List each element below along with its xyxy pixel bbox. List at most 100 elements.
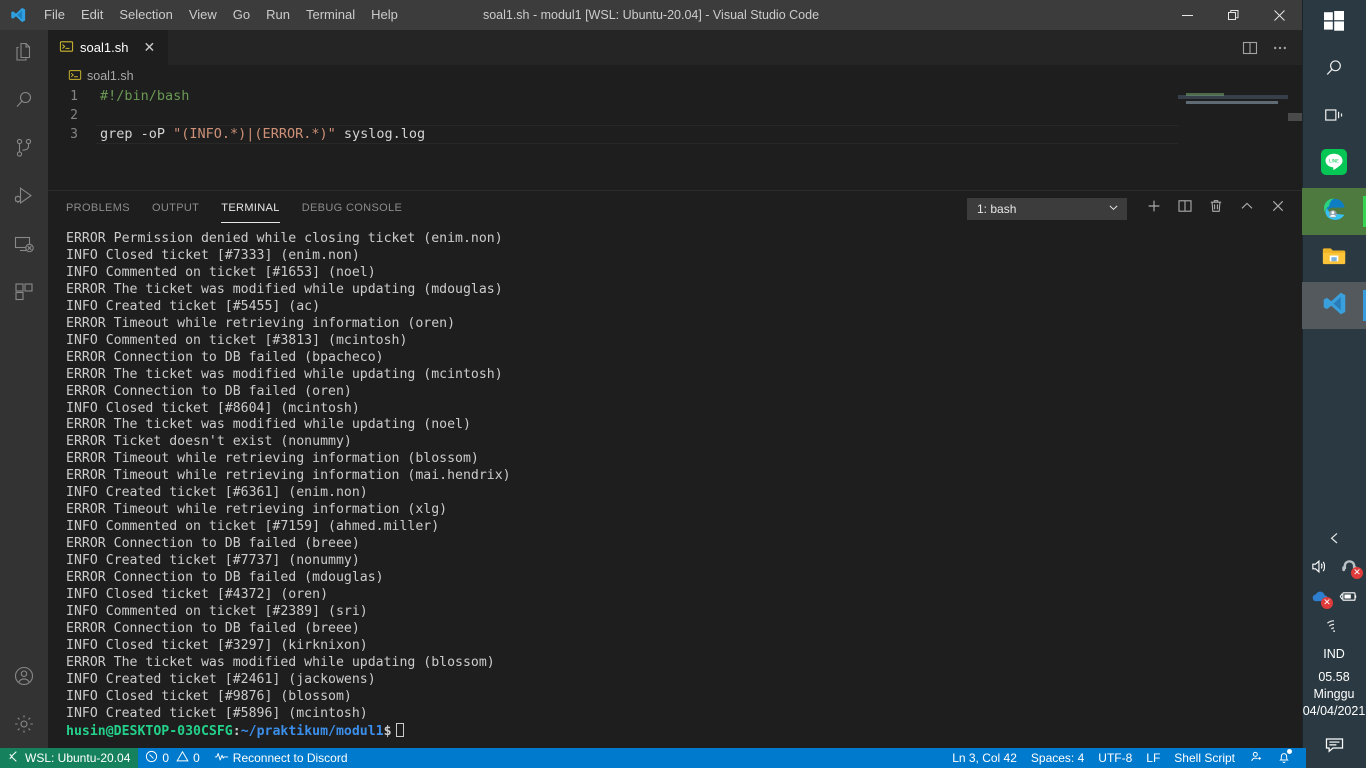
editor-scrollbar-thumb[interactable] <box>1288 113 1302 121</box>
activitybar-item-source-control[interactable] <box>0 126 48 174</box>
kill-terminal-button[interactable] <box>1202 195 1230 223</box>
menu-item-edit[interactable]: Edit <box>73 4 111 26</box>
close-icon[interactable] <box>1256 0 1302 30</box>
clock[interactable]: 05.58 Minggu 04/04/2021 <box>1302 663 1366 728</box>
taskbar-item-task-view[interactable] <box>1302 94 1366 141</box>
edge-icon <box>1321 196 1348 228</box>
shell-file-icon <box>68 68 82 85</box>
prompt-dollar: $ <box>383 723 392 739</box>
status-language-mode[interactable]: Shell Script <box>1167 748 1242 768</box>
menu-item-run[interactable]: Run <box>258 4 298 26</box>
panel-tab-terminal[interactable]: TERMINAL <box>221 191 281 226</box>
menu-item-selection[interactable]: Selection <box>111 4 180 26</box>
terminal-line: ERROR Permission denied while closing ti… <box>66 231 503 246</box>
activitybar-item-explorer[interactable] <box>0 30 48 78</box>
terminal-line: INFO Closed ticket [#4372] (oren) <box>66 587 329 603</box>
status-problems[interactable]: 0 0 <box>138 748 206 768</box>
menu-item-terminal[interactable]: Terminal <box>298 4 363 26</box>
menu-item-file[interactable]: File <box>36 4 73 26</box>
editor-tab-actions <box>1236 30 1302 65</box>
split-editor-icon[interactable] <box>1236 34 1264 62</box>
minimap-slider[interactable] <box>1178 87 1288 127</box>
shell-file-icon <box>59 39 74 57</box>
breadcrumb-item-file[interactable]: soal1.sh <box>87 69 134 83</box>
clock-date: 04/04/2021 <box>1302 704 1366 718</box>
activitybar-item-run-and-debug[interactable] <box>0 174 48 222</box>
status-bar: WSL: Ubuntu-20.04 0 0 Reconnect to Disco… <box>0 748 1302 768</box>
minimize-icon[interactable] <box>1164 0 1210 30</box>
gear-icon <box>12 712 36 741</box>
activitybar-item-remote-explorer[interactable] <box>0 222 48 270</box>
status-notifications[interactable] <box>1270 748 1298 768</box>
activitybar-item-accounts[interactable] <box>0 654 48 702</box>
new-terminal-button[interactable] <box>1140 195 1168 223</box>
terminal-line: ERROR The ticket was modified while upda… <box>66 281 503 297</box>
menu-bar: File Edit Selection View Go Run Terminal… <box>36 0 406 30</box>
language-indicator[interactable]: IND <box>1302 641 1366 663</box>
close-icon[interactable]: ✕ <box>140 39 158 57</box>
status-warning-count: 0 <box>193 751 200 765</box>
wifi-icon[interactable] <box>1323 615 1345 637</box>
show-hidden-icons-button[interactable] <box>1302 522 1366 551</box>
menu-item-go[interactable]: Go <box>225 4 258 26</box>
taskbar-item-line[interactable]: LINE <box>1302 141 1366 188</box>
panel-tab-problems[interactable]: PROBLEMS <box>66 191 130 226</box>
status-discord-label: Reconnect to Discord <box>232 751 348 765</box>
split-terminal-button[interactable] <box>1171 195 1199 223</box>
taskbar-item-start[interactable] <box>1302 0 1366 47</box>
editor-scrollbar[interactable] <box>1288 87 1302 190</box>
speaker-icon[interactable] <box>1308 555 1330 577</box>
remote-icon <box>7 750 20 766</box>
terminal-line: ERROR Connection to DB failed (breee) <box>66 620 360 636</box>
taskbar-item-file-explorer[interactable] <box>1302 235 1366 282</box>
panel-tab-output[interactable]: OUTPUT <box>152 191 199 226</box>
terminal-line: INFO Created ticket [#5455] (ac) <box>66 298 321 314</box>
status-encoding[interactable]: UTF-8 <box>1091 748 1139 768</box>
plus-icon <box>1146 198 1162 219</box>
prompt-path: ~/praktikum/modul1 <box>240 723 384 739</box>
terminal-line: INFO Closed ticket [#7333] (enim.non) <box>66 247 360 263</box>
code-token: #!/bin/bash <box>100 88 190 104</box>
restore-icon[interactable] <box>1210 0 1256 30</box>
close-panel-button[interactable] <box>1264 195 1292 223</box>
terminal-selector-value: 1: bash <box>977 201 1017 216</box>
menu-item-help[interactable]: Help <box>363 4 406 26</box>
action-center-button[interactable] <box>1302 728 1366 768</box>
status-indentation[interactable]: Spaces: 4 <box>1024 748 1091 768</box>
code-editor[interactable]: 1 #!/bin/bash 2 3 grep -oP "(INFO.*)|(ER… <box>48 87 1302 190</box>
status-remote-indicator[interactable]: WSL: Ubuntu-20.04 <box>0 748 139 768</box>
windows-start-icon <box>1324 11 1344 36</box>
menu-item-view[interactable]: View <box>181 4 225 26</box>
activitybar-item-manage[interactable] <box>0 702 48 750</box>
trash-icon <box>1208 198 1224 219</box>
terminal-selector[interactable]: 1: bash <box>967 197 1127 220</box>
status-discord[interactable]: Reconnect to Discord <box>207 748 355 768</box>
terminal-scrollbar[interactable] <box>1288 226 1302 749</box>
files-icon <box>12 40 36 69</box>
panel-header: PROBLEMS OUTPUT TERMINAL DEBUG CONSOLE 1… <box>48 191 1302 226</box>
panel-tab-debug-console[interactable]: DEBUG CONSOLE <box>302 191 403 226</box>
status-editor-position[interactable]: Ln 3, Col 42 <box>945 748 1024 768</box>
ellipsis-icon[interactable] <box>1266 34 1294 62</box>
headset-muted-icon[interactable]: ✕ <box>1338 555 1363 579</box>
maximize-panel-button[interactable] <box>1233 195 1261 223</box>
svg-text:LINE: LINE <box>1329 158 1339 164</box>
onedrive-error-icon[interactable]: ✕ <box>1308 585 1333 609</box>
battery-charging-icon[interactable] <box>1338 585 1360 607</box>
status-feedback[interactable] <box>1242 748 1270 768</box>
code-token: grep -oP <box>100 126 174 142</box>
activitybar-bottom <box>0 654 48 750</box>
taskbar-item-search[interactable] <box>1302 47 1366 94</box>
status-eol[interactable]: LF <box>1139 748 1167 768</box>
minimap[interactable] <box>1178 87 1288 190</box>
taskbar-item-visual-studio-code[interactable] <box>1302 282 1366 329</box>
editor-tab-soal1-sh[interactable]: soal1.sh ✕ <box>48 30 170 65</box>
taskbar-item-microsoft-edge[interactable] <box>1302 188 1366 235</box>
status-remote-label: WSL: Ubuntu-20.04 <box>25 751 131 765</box>
terminal-output[interactable]: ERROR Permission denied while closing ti… <box>48 226 1302 749</box>
activitybar-item-extensions[interactable] <box>0 270 48 318</box>
vscode-window: File Edit Selection View Go Run Terminal… <box>0 0 1302 768</box>
terminal-line: INFO Created ticket [#7737] (nonummy) <box>66 553 360 569</box>
minimap-line <box>1186 101 1278 104</box>
activitybar-item-search[interactable] <box>0 78 48 126</box>
